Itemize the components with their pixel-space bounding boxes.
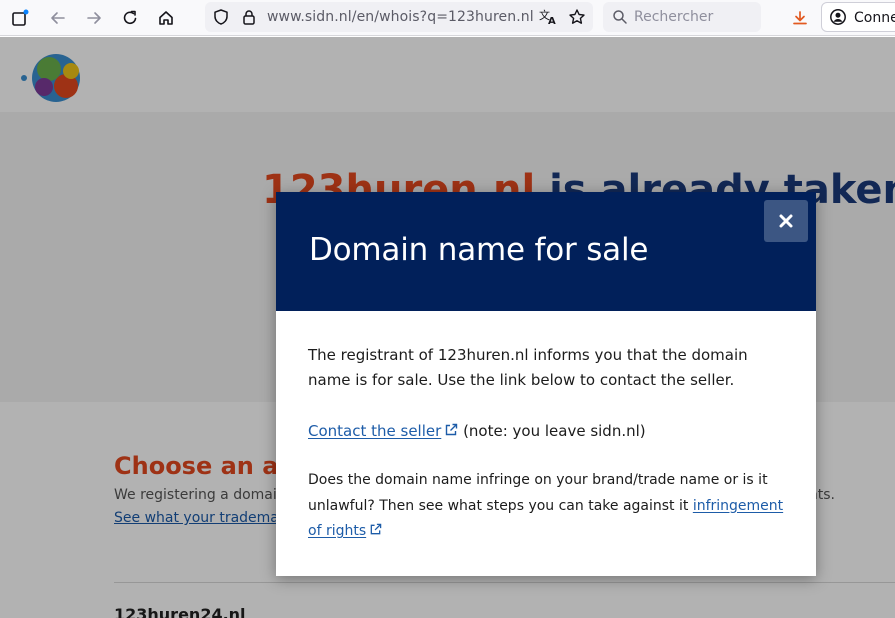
account-button[interactable]: Conne bbox=[821, 2, 895, 32]
lock-icon[interactable] bbox=[239, 7, 259, 27]
dialog-title: Domain name for sale bbox=[309, 232, 649, 268]
external-link-icon bbox=[370, 523, 382, 535]
search-icon bbox=[610, 7, 630, 27]
home-icon[interactable] bbox=[156, 8, 176, 28]
external-link-icon bbox=[446, 423, 458, 436]
contact-line: Contact the seller (note: you leave sidn… bbox=[308, 419, 788, 443]
download-icon[interactable] bbox=[790, 8, 810, 28]
search-placeholder: Rechercher bbox=[634, 9, 714, 25]
infringement-text: Does the domain name infringe on your br… bbox=[308, 468, 788, 545]
forward-icon[interactable] bbox=[84, 8, 104, 28]
url-host: www.sidn.nl bbox=[267, 9, 352, 25]
dialog-header: Domain name for sale bbox=[276, 192, 816, 311]
tab-icon[interactable] bbox=[10, 8, 30, 28]
account-label: Conne bbox=[854, 10, 895, 26]
url-path: /en/whois?q=123huren.nl bbox=[351, 9, 534, 25]
bookmark-star-icon[interactable] bbox=[567, 7, 587, 27]
contact-seller-label: Contact the seller bbox=[308, 422, 442, 440]
translate-icon[interactable]: 文A bbox=[538, 7, 558, 27]
close-button[interactable] bbox=[764, 200, 808, 242]
close-icon bbox=[779, 214, 793, 228]
sale-notice: The registrant of 123huren.nl informs yo… bbox=[308, 346, 748, 389]
contact-seller-link[interactable]: Contact the seller bbox=[308, 422, 458, 440]
shield-icon[interactable] bbox=[211, 7, 231, 27]
svg-text:A: A bbox=[548, 16, 556, 26]
reload-icon[interactable] bbox=[120, 8, 140, 28]
browser-toolbar: www.sidn.nl/en/whois?q=123huren.nl 文A Re… bbox=[0, 0, 895, 36]
contact-note: (note: you leave sidn.nl) bbox=[458, 422, 646, 440]
account-icon bbox=[828, 7, 848, 27]
back-icon[interactable] bbox=[48, 8, 68, 28]
for-sale-dialog: Domain name for sale The registrant of 1… bbox=[276, 192, 816, 576]
url-bar[interactable]: www.sidn.nl/en/whois?q=123huren.nl 文A bbox=[205, 2, 593, 32]
search-box[interactable]: Rechercher bbox=[603, 2, 761, 32]
url-text[interactable]: www.sidn.nl/en/whois?q=123huren.nl bbox=[267, 9, 534, 25]
